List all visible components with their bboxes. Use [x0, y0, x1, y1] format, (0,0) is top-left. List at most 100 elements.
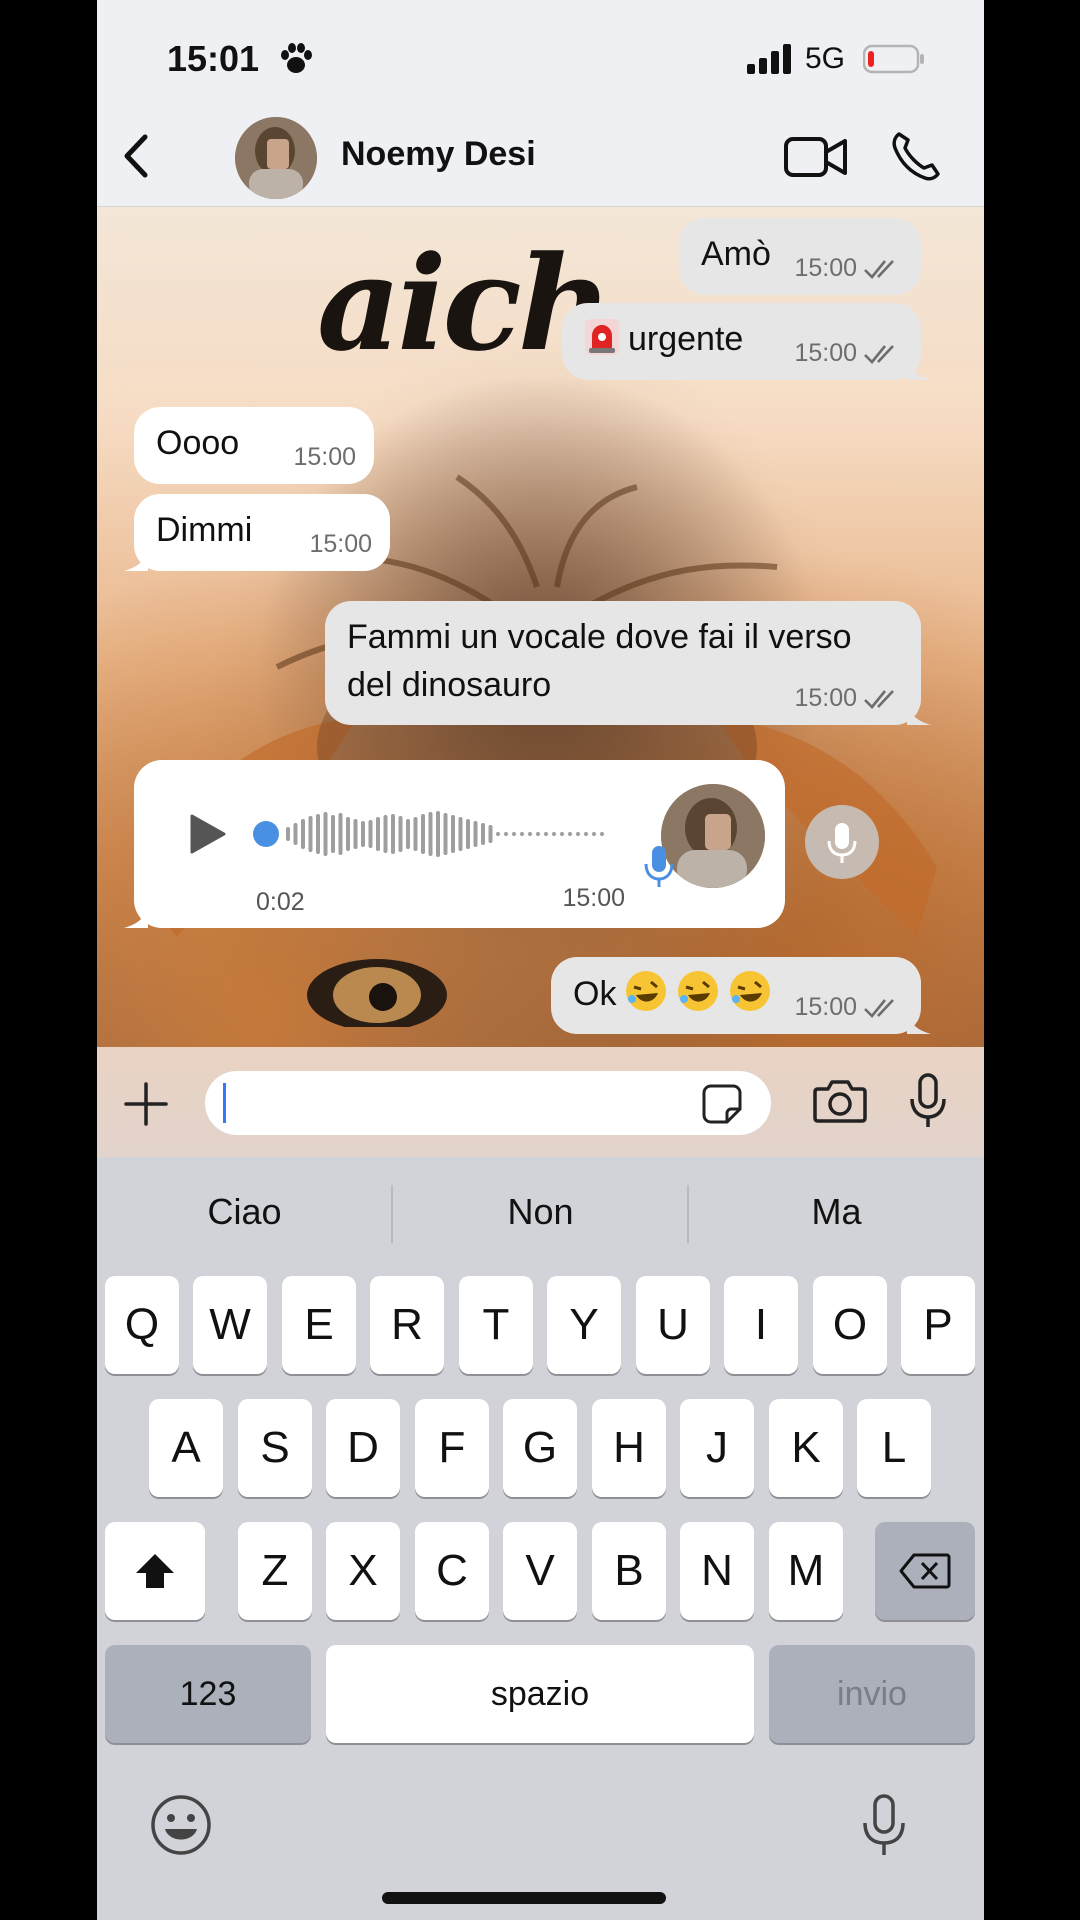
message-time: 15:00	[794, 993, 857, 1021]
double-check-icon	[864, 998, 894, 1018]
status-bar: 15:01 5G	[97, 0, 984, 120]
key-z[interactable]: Z	[238, 1522, 312, 1620]
key-o[interactable]: O	[813, 1276, 887, 1374]
sticker-icon[interactable]	[701, 1083, 743, 1125]
key-w[interactable]: W	[193, 1276, 267, 1374]
waveform-bar	[458, 817, 463, 851]
waveform-bar	[346, 817, 350, 851]
waveform-bar	[436, 811, 440, 857]
key-e[interactable]: E	[282, 1276, 356, 1374]
siren-emoji-icon	[585, 319, 619, 355]
waveform-bar	[428, 812, 433, 856]
key-f[interactable]: F	[415, 1399, 489, 1497]
waveform-bar	[331, 815, 335, 853]
bubble-tail	[907, 705, 931, 725]
chat-area[interactable]: aich Amò 15:00 urgente 15:00 Oooo 15:00 …	[97, 207, 984, 1047]
message-text: Amò	[701, 235, 771, 273]
shift-key[interactable]	[105, 1522, 205, 1620]
key-t[interactable]: T	[459, 1276, 533, 1374]
key-r[interactable]: R	[370, 1276, 444, 1374]
key-v[interactable]: V	[503, 1522, 577, 1620]
play-icon[interactable]	[186, 812, 228, 856]
message-bubble-incoming[interactable]: Oooo 15:00	[134, 407, 374, 484]
back-button[interactable]	[111, 127, 163, 185]
key-k[interactable]: K	[769, 1399, 843, 1497]
waveform-bar	[406, 819, 410, 849]
key-a[interactable]: A	[149, 1399, 223, 1497]
key-d[interactable]: D	[326, 1399, 400, 1497]
message-time: 15:00	[293, 443, 356, 471]
waveform-bar	[473, 821, 478, 847]
attach-plus-button[interactable]	[123, 1081, 169, 1127]
message-bubble-outgoing[interactable]: Amò 15:00	[679, 218, 921, 295]
video-call-button[interactable]	[783, 133, 849, 181]
message-input[interactable]	[205, 1071, 771, 1135]
waveform-bar	[421, 814, 425, 854]
key-g[interactable]: G	[503, 1399, 577, 1497]
key-j[interactable]: J	[680, 1399, 754, 1497]
voice-call-button[interactable]	[889, 129, 943, 183]
key-m[interactable]: M	[769, 1522, 843, 1620]
shift-icon	[136, 1554, 174, 1588]
camera-button[interactable]	[813, 1077, 867, 1123]
message-meta: 15:00	[293, 443, 356, 472]
keyboard-suggestions-bar: Ciao Non Ma	[97, 1157, 984, 1267]
key-c[interactable]: C	[415, 1522, 489, 1620]
numbers-key[interactable]: 123	[105, 1645, 311, 1743]
waveform-dot	[496, 832, 500, 836]
double-check-icon	[864, 689, 894, 709]
waveform-bar	[443, 813, 448, 855]
contact-name[interactable]: Noemy Desi	[341, 135, 536, 174]
key-q[interactable]: Q	[105, 1276, 179, 1374]
waveform-bar	[383, 815, 388, 853]
key-n[interactable]: N	[680, 1522, 754, 1620]
microphone-icon	[644, 846, 674, 887]
space-key[interactable]: spazio	[326, 1645, 754, 1743]
backspace-key[interactable]	[875, 1522, 975, 1620]
waveform-bar	[308, 816, 313, 852]
suggestion-item[interactable]: Non	[393, 1191, 688, 1233]
message-meta: 15:00	[309, 530, 372, 559]
key-s[interactable]: S	[238, 1399, 312, 1497]
key-u[interactable]: U	[636, 1276, 710, 1374]
voice-sender-avatar	[661, 784, 765, 888]
contact-avatar[interactable]	[235, 117, 317, 199]
key-b[interactable]: B	[592, 1522, 666, 1620]
suggestion-item[interactable]: Ma	[689, 1191, 984, 1233]
suggestion-item[interactable]: Ciao	[97, 1191, 392, 1233]
message-meta: 15:00	[794, 993, 903, 1022]
dictation-microphone-button[interactable]	[861, 1793, 907, 1857]
message-bubble-incoming[interactable]: Dimmi 15:00	[124, 494, 390, 571]
bubble-tail	[124, 551, 148, 571]
text-cursor	[223, 1083, 226, 1123]
waveform-bar	[293, 823, 298, 845]
waveform-bar	[323, 812, 328, 856]
message-time: 15:00	[794, 684, 857, 712]
voice-message-bubble[interactable]: 0:02 15:00	[124, 760, 785, 928]
message-text: Oooo	[156, 424, 240, 462]
message-bubble-outgoing[interactable]: Ok 15:00	[551, 957, 931, 1034]
paw-icon	[281, 43, 312, 73]
key-l[interactable]: L	[857, 1399, 931, 1497]
emoji-keyboard-button[interactable]	[149, 1793, 213, 1857]
key-y[interactable]: Y	[547, 1276, 621, 1374]
message-time: 15:00	[309, 530, 372, 558]
microphone-button[interactable]	[909, 1073, 947, 1129]
waveform-bar	[368, 820, 373, 848]
message-content: urgente	[584, 315, 743, 363]
key-h[interactable]: H	[592, 1399, 666, 1497]
key-i[interactable]: I	[724, 1276, 798, 1374]
voice-transcribe-button[interactable]	[805, 805, 879, 879]
message-bubble-outgoing[interactable]: urgente 15:00	[562, 303, 931, 380]
voice-duration: 0:02	[256, 888, 305, 916]
waveform-dot	[552, 832, 556, 836]
waveform-bar	[481, 823, 485, 845]
send-key[interactable]: invio	[769, 1645, 975, 1743]
message-bubble-outgoing[interactable]: Fammi un vocale dove fai il verso del di…	[325, 601, 931, 725]
home-indicator[interactable]	[382, 1892, 666, 1904]
key-x[interactable]: X	[326, 1522, 400, 1620]
key-p[interactable]: P	[901, 1276, 975, 1374]
voice-waveform[interactable]	[252, 804, 612, 864]
keyboard: Ciao Non Ma Q W E R T Y U I O P A S D F …	[97, 1157, 984, 1920]
waveform-bar	[466, 819, 470, 849]
